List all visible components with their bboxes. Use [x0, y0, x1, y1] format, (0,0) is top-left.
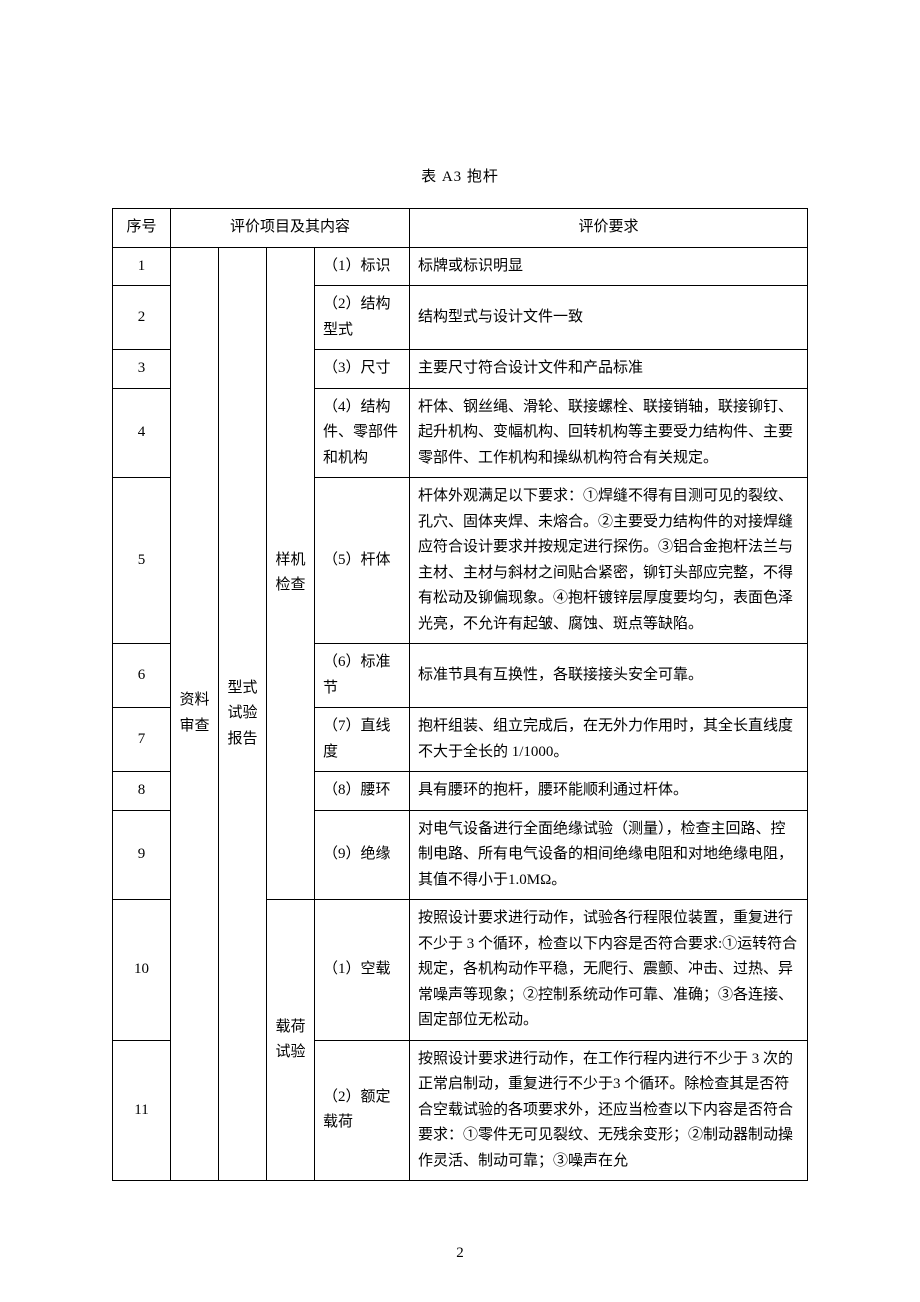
cell-item: （3）尺寸	[315, 350, 410, 389]
cell-item: （7）直线度	[315, 708, 410, 772]
page-number: 2	[0, 1245, 920, 1262]
cell-seq: 10	[113, 900, 171, 1041]
header-content: 评价项目及其内容	[171, 209, 410, 248]
cell-group-b: 型式试验报告	[219, 247, 267, 1181]
cell-item: （1）标识	[315, 247, 410, 286]
cell-req: 结构型式与设计文件一致	[410, 286, 808, 350]
cell-seq: 8	[113, 772, 171, 811]
cell-req: 对电气设备进行全面绝缘试验（测量），检查主回路、控制电路、所有电气设备的相间绝缘…	[410, 810, 808, 900]
cell-seq: 6	[113, 644, 171, 708]
cell-item: （6）标准节	[315, 644, 410, 708]
cell-seq: 11	[113, 1040, 171, 1181]
header-req: 评价要求	[410, 209, 808, 248]
cell-seq: 5	[113, 478, 171, 644]
cell-seq: 7	[113, 708, 171, 772]
cell-group-c2: 载荷试验	[267, 900, 315, 1181]
cell-item: （9）绝缘	[315, 810, 410, 900]
header-row: 序号 评价项目及其内容 评价要求	[113, 209, 808, 248]
cell-seq: 2	[113, 286, 171, 350]
header-seq: 序号	[113, 209, 171, 248]
cell-req: 标牌或标识明显	[410, 247, 808, 286]
cell-seq: 1	[113, 247, 171, 286]
page: 表 A3 抱杆 序号 评价项目及其内容 评价要求 1 资料审查 型式试验报告 样…	[0, 0, 920, 1302]
table-title: 表 A3 抱杆	[112, 165, 808, 186]
table-row: 1 资料审查 型式试验报告 样机检查 （1）标识 标牌或标识明显	[113, 247, 808, 286]
cell-req: 按照设计要求进行动作，在工作行程内进行不少于 3 次的正常启制动，重复进行不少于…	[410, 1040, 808, 1181]
cell-group-c1: 样机检查	[267, 247, 315, 900]
cell-item: （2）额定载荷	[315, 1040, 410, 1181]
cell-req: 具有腰环的抱杆，腰环能顺利通过杆体。	[410, 772, 808, 811]
cell-item: （1）空载	[315, 900, 410, 1041]
cell-group-a: 资料审查	[171, 247, 219, 1181]
main-table: 序号 评价项目及其内容 评价要求 1 资料审查 型式试验报告 样机检查 （1）标…	[112, 208, 808, 1181]
cell-seq: 4	[113, 388, 171, 478]
cell-item: （5）杆体	[315, 478, 410, 644]
cell-req: 按照设计要求进行动作，试验各行程限位装置，重复进行不少于 3 个循环，检查以下内…	[410, 900, 808, 1041]
cell-item: （8）腰环	[315, 772, 410, 811]
cell-item: （4）结构件、零部件和机构	[315, 388, 410, 478]
cell-seq: 3	[113, 350, 171, 389]
cell-req: 杆体、钢丝绳、滑轮、联接螺栓、联接销轴，联接铆钉、起升机构、变幅机构、回转机构等…	[410, 388, 808, 478]
cell-seq: 9	[113, 810, 171, 900]
cell-req: 抱杆组装、组立完成后，在无外力作用时，其全长直线度不大于全长的 1/1000。	[410, 708, 808, 772]
cell-req: 主要尺寸符合设计文件和产品标准	[410, 350, 808, 389]
cell-item: （2）结构型式	[315, 286, 410, 350]
cell-req: 标准节具有互换性，各联接接头安全可靠。	[410, 644, 808, 708]
cell-req: 杆体外观满足以下要求：①焊缝不得有目测可见的裂纹、孔穴、固体夹焊、未熔合。②主要…	[410, 478, 808, 644]
